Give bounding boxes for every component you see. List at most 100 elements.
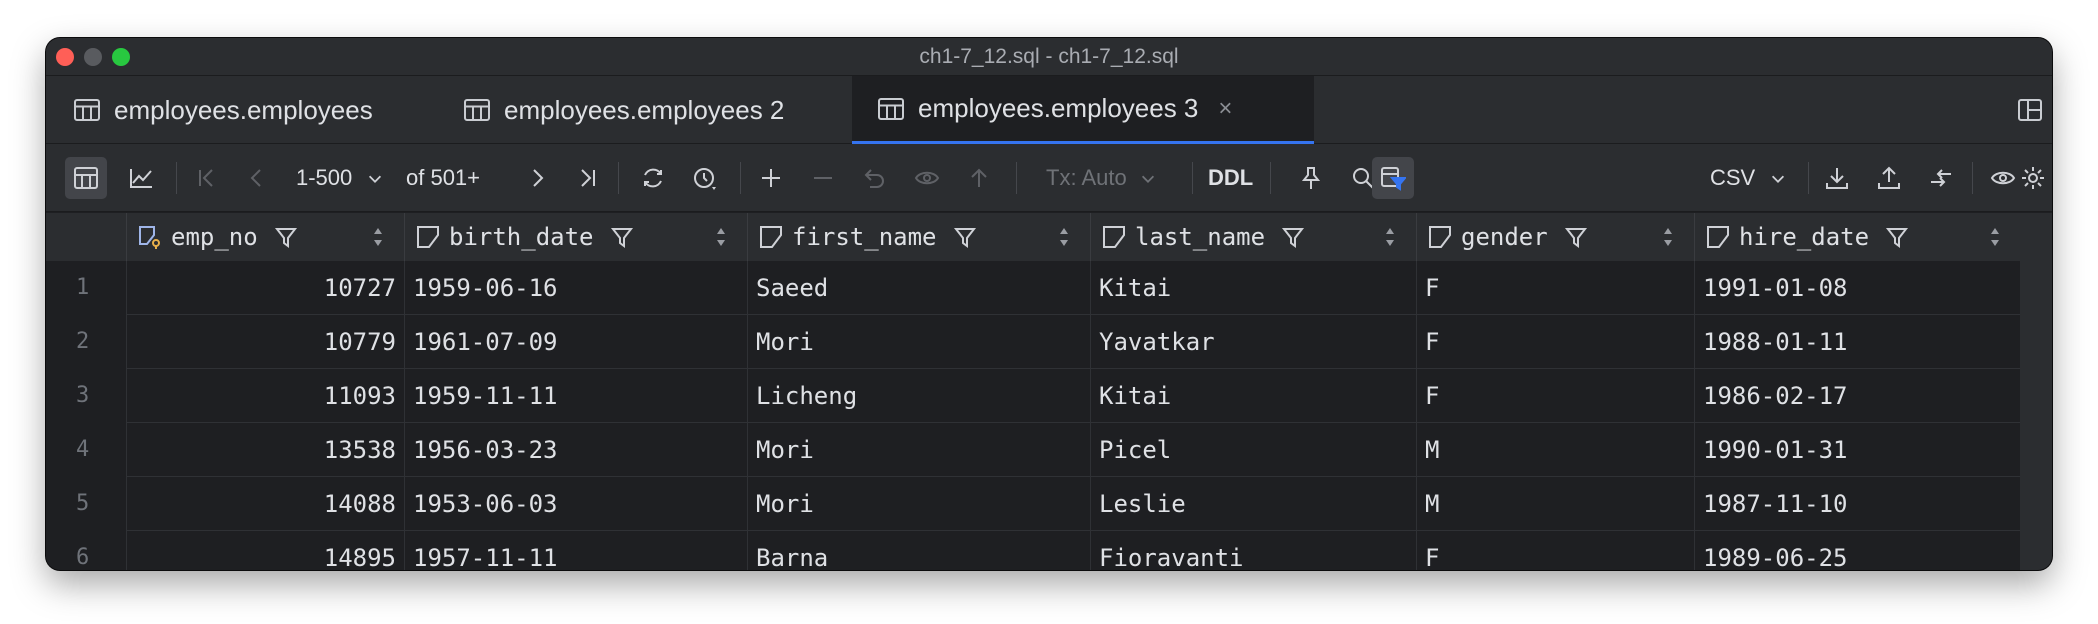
table-view-button[interactable] xyxy=(65,157,107,199)
cell-gender[interactable]: F xyxy=(1417,369,1695,423)
preview-changes-button[interactable] xyxy=(910,161,944,195)
close-tab-icon[interactable]: × xyxy=(1218,95,1232,123)
cell-last-name[interactable]: Yavatkar xyxy=(1091,315,1417,369)
chevron-down-icon xyxy=(1772,175,1785,184)
cell-emp-no[interactable]: 10727 xyxy=(127,261,405,315)
column-icon xyxy=(1429,226,1451,248)
filter-icon[interactable] xyxy=(274,225,298,249)
cell-first-name[interactable]: Saeed xyxy=(748,261,1091,315)
previous-page-button[interactable] xyxy=(240,161,274,195)
cell-first-name[interactable]: Mori xyxy=(748,315,1091,369)
cell-emp-no[interactable]: 14088 xyxy=(127,477,405,531)
sort-icon[interactable] xyxy=(1989,226,2001,248)
table-row[interactable]: 2 10779 1961-07-09 Mori Yavatkar F 1988-… xyxy=(46,315,2052,369)
tab-employees[interactable]: employees.employees xyxy=(74,76,373,144)
cell-birth-date[interactable]: 1961-07-09 xyxy=(405,315,748,369)
tab-employees-2[interactable]: employees.employees 2 xyxy=(464,76,784,144)
cell-hire-date[interactable]: 1991-01-08 xyxy=(1695,261,2022,315)
cell-birth-date[interactable]: 1956-03-23 xyxy=(405,423,748,477)
cell-hire-date[interactable]: 1989-06-25 xyxy=(1695,531,2022,570)
submit-button[interactable] xyxy=(962,161,996,195)
cell-hire-date[interactable]: 1988-01-11 xyxy=(1695,315,2022,369)
table-icon xyxy=(74,167,98,189)
compare-button[interactable] xyxy=(1924,161,1958,195)
column-header-first-name[interactable]: first_name xyxy=(748,213,1091,261)
cell-birth-date[interactable]: 1957-11-11 xyxy=(405,531,748,570)
filter-icon[interactable] xyxy=(1885,225,1909,249)
cell-last-name[interactable]: Leslie xyxy=(1091,477,1417,531)
cell-last-name[interactable]: Kitai xyxy=(1091,369,1417,423)
delete-row-button[interactable] xyxy=(806,161,840,195)
cell-birth-date[interactable]: 1959-06-16 xyxy=(405,261,748,315)
table-row[interactable]: 1 10727 1959-06-16 Saeed Kitai F 1991-01… xyxy=(46,261,2052,315)
cell-gender[interactable]: M xyxy=(1417,423,1695,477)
cell-gender[interactable]: F xyxy=(1417,531,1695,570)
column-header-gender[interactable]: gender xyxy=(1417,213,1695,261)
revert-button[interactable] xyxy=(858,161,892,195)
table-icon xyxy=(464,99,490,121)
export-format-selector[interactable]: CSV xyxy=(1710,161,1787,195)
cell-birth-date[interactable]: 1959-11-11 xyxy=(405,369,748,423)
page-range-selector[interactable]: 1-500 xyxy=(296,161,384,195)
settings-button[interactable] xyxy=(2016,161,2050,195)
split-editor-icon[interactable] xyxy=(2018,99,2042,121)
ddl-button[interactable]: DDL xyxy=(1208,161,1253,195)
row-number-header[interactable] xyxy=(46,213,127,261)
last-page-button[interactable] xyxy=(570,161,604,195)
sort-icon[interactable] xyxy=(1662,226,1674,248)
cell-first-name[interactable]: Mori xyxy=(748,477,1091,531)
filter-toggle-button[interactable] xyxy=(1372,157,1414,199)
column-header-emp-no[interactable]: emp_no xyxy=(127,213,405,261)
auto-refresh-button[interactable] xyxy=(688,161,722,195)
cell-first-name[interactable]: Licheng xyxy=(748,369,1091,423)
sort-icon[interactable] xyxy=(372,226,384,248)
sort-icon[interactable] xyxy=(1058,226,1070,248)
cell-emp-no[interactable]: 14895 xyxy=(127,531,405,570)
arrow-up-icon xyxy=(971,168,987,187)
undo-icon xyxy=(864,169,884,188)
column-header-hire-date[interactable]: hire_date xyxy=(1695,213,2022,261)
sort-icon[interactable] xyxy=(1384,226,1396,248)
cell-gender[interactable]: F xyxy=(1417,315,1695,369)
filter-icon[interactable] xyxy=(1564,225,1588,249)
tab-employees-3[interactable]: employees.employees 3 × xyxy=(852,76,1314,144)
table-row[interactable]: 3 11093 1959-11-11 Licheng Kitai F 1986-… xyxy=(46,369,2052,423)
import-button[interactable] xyxy=(1872,161,1906,195)
export-button[interactable] xyxy=(1820,161,1854,195)
cell-last-name[interactable]: Picel xyxy=(1091,423,1417,477)
column-header-birth-date[interactable]: birth_date xyxy=(405,213,748,261)
primary-key-column-icon xyxy=(139,226,160,249)
cell-emp-no[interactable]: 11093 xyxy=(127,369,405,423)
filter-icon[interactable] xyxy=(953,225,977,249)
view-options-button[interactable] xyxy=(1986,161,2020,195)
cell-birth-date[interactable]: 1953-06-03 xyxy=(405,477,748,531)
filter-icon[interactable] xyxy=(1281,225,1305,249)
next-page-button[interactable] xyxy=(520,161,554,195)
cell-last-name[interactable]: Fioravanti xyxy=(1091,531,1417,570)
cell-hire-date[interactable]: 1987-11-10 xyxy=(1695,477,2022,531)
cell-first-name[interactable]: Mori xyxy=(748,423,1091,477)
cell-emp-no[interactable]: 10779 xyxy=(127,315,405,369)
export-format: CSV xyxy=(1710,165,1756,190)
cell-hire-date[interactable]: 1986-02-17 xyxy=(1695,369,2022,423)
add-row-button[interactable] xyxy=(754,161,788,195)
cell-emp-no[interactable]: 13538 xyxy=(127,423,405,477)
cell-first-name[interactable]: Barna xyxy=(748,531,1091,570)
vertical-scrollbar[interactable] xyxy=(2020,213,2052,570)
reload-button[interactable] xyxy=(636,161,670,195)
filter-icon[interactable] xyxy=(610,225,634,249)
pin-tab-button[interactable] xyxy=(1294,161,1328,195)
table-row[interactable]: 5 14088 1953-06-03 Mori Leslie M 1987-11… xyxy=(46,477,2052,531)
transaction-mode-selector[interactable]: Tx: Auto xyxy=(1046,161,1157,195)
table-row[interactable]: 6 14895 1957-11-11 Barna Fioravanti F 19… xyxy=(46,531,2052,570)
cell-gender[interactable]: M xyxy=(1417,477,1695,531)
column-header-last-name[interactable]: last_name xyxy=(1091,213,1417,261)
sort-icon[interactable] xyxy=(715,226,727,248)
cell-hire-date[interactable]: 1990-01-31 xyxy=(1695,423,2022,477)
chevron-down-icon xyxy=(369,175,382,184)
cell-gender[interactable]: F xyxy=(1417,261,1695,315)
chart-view-button[interactable] xyxy=(124,161,158,195)
table-row[interactable]: 4 13538 1956-03-23 Mori Picel M 1990-01-… xyxy=(46,423,2052,477)
cell-last-name[interactable]: Kitai xyxy=(1091,261,1417,315)
first-page-button[interactable] xyxy=(190,161,224,195)
